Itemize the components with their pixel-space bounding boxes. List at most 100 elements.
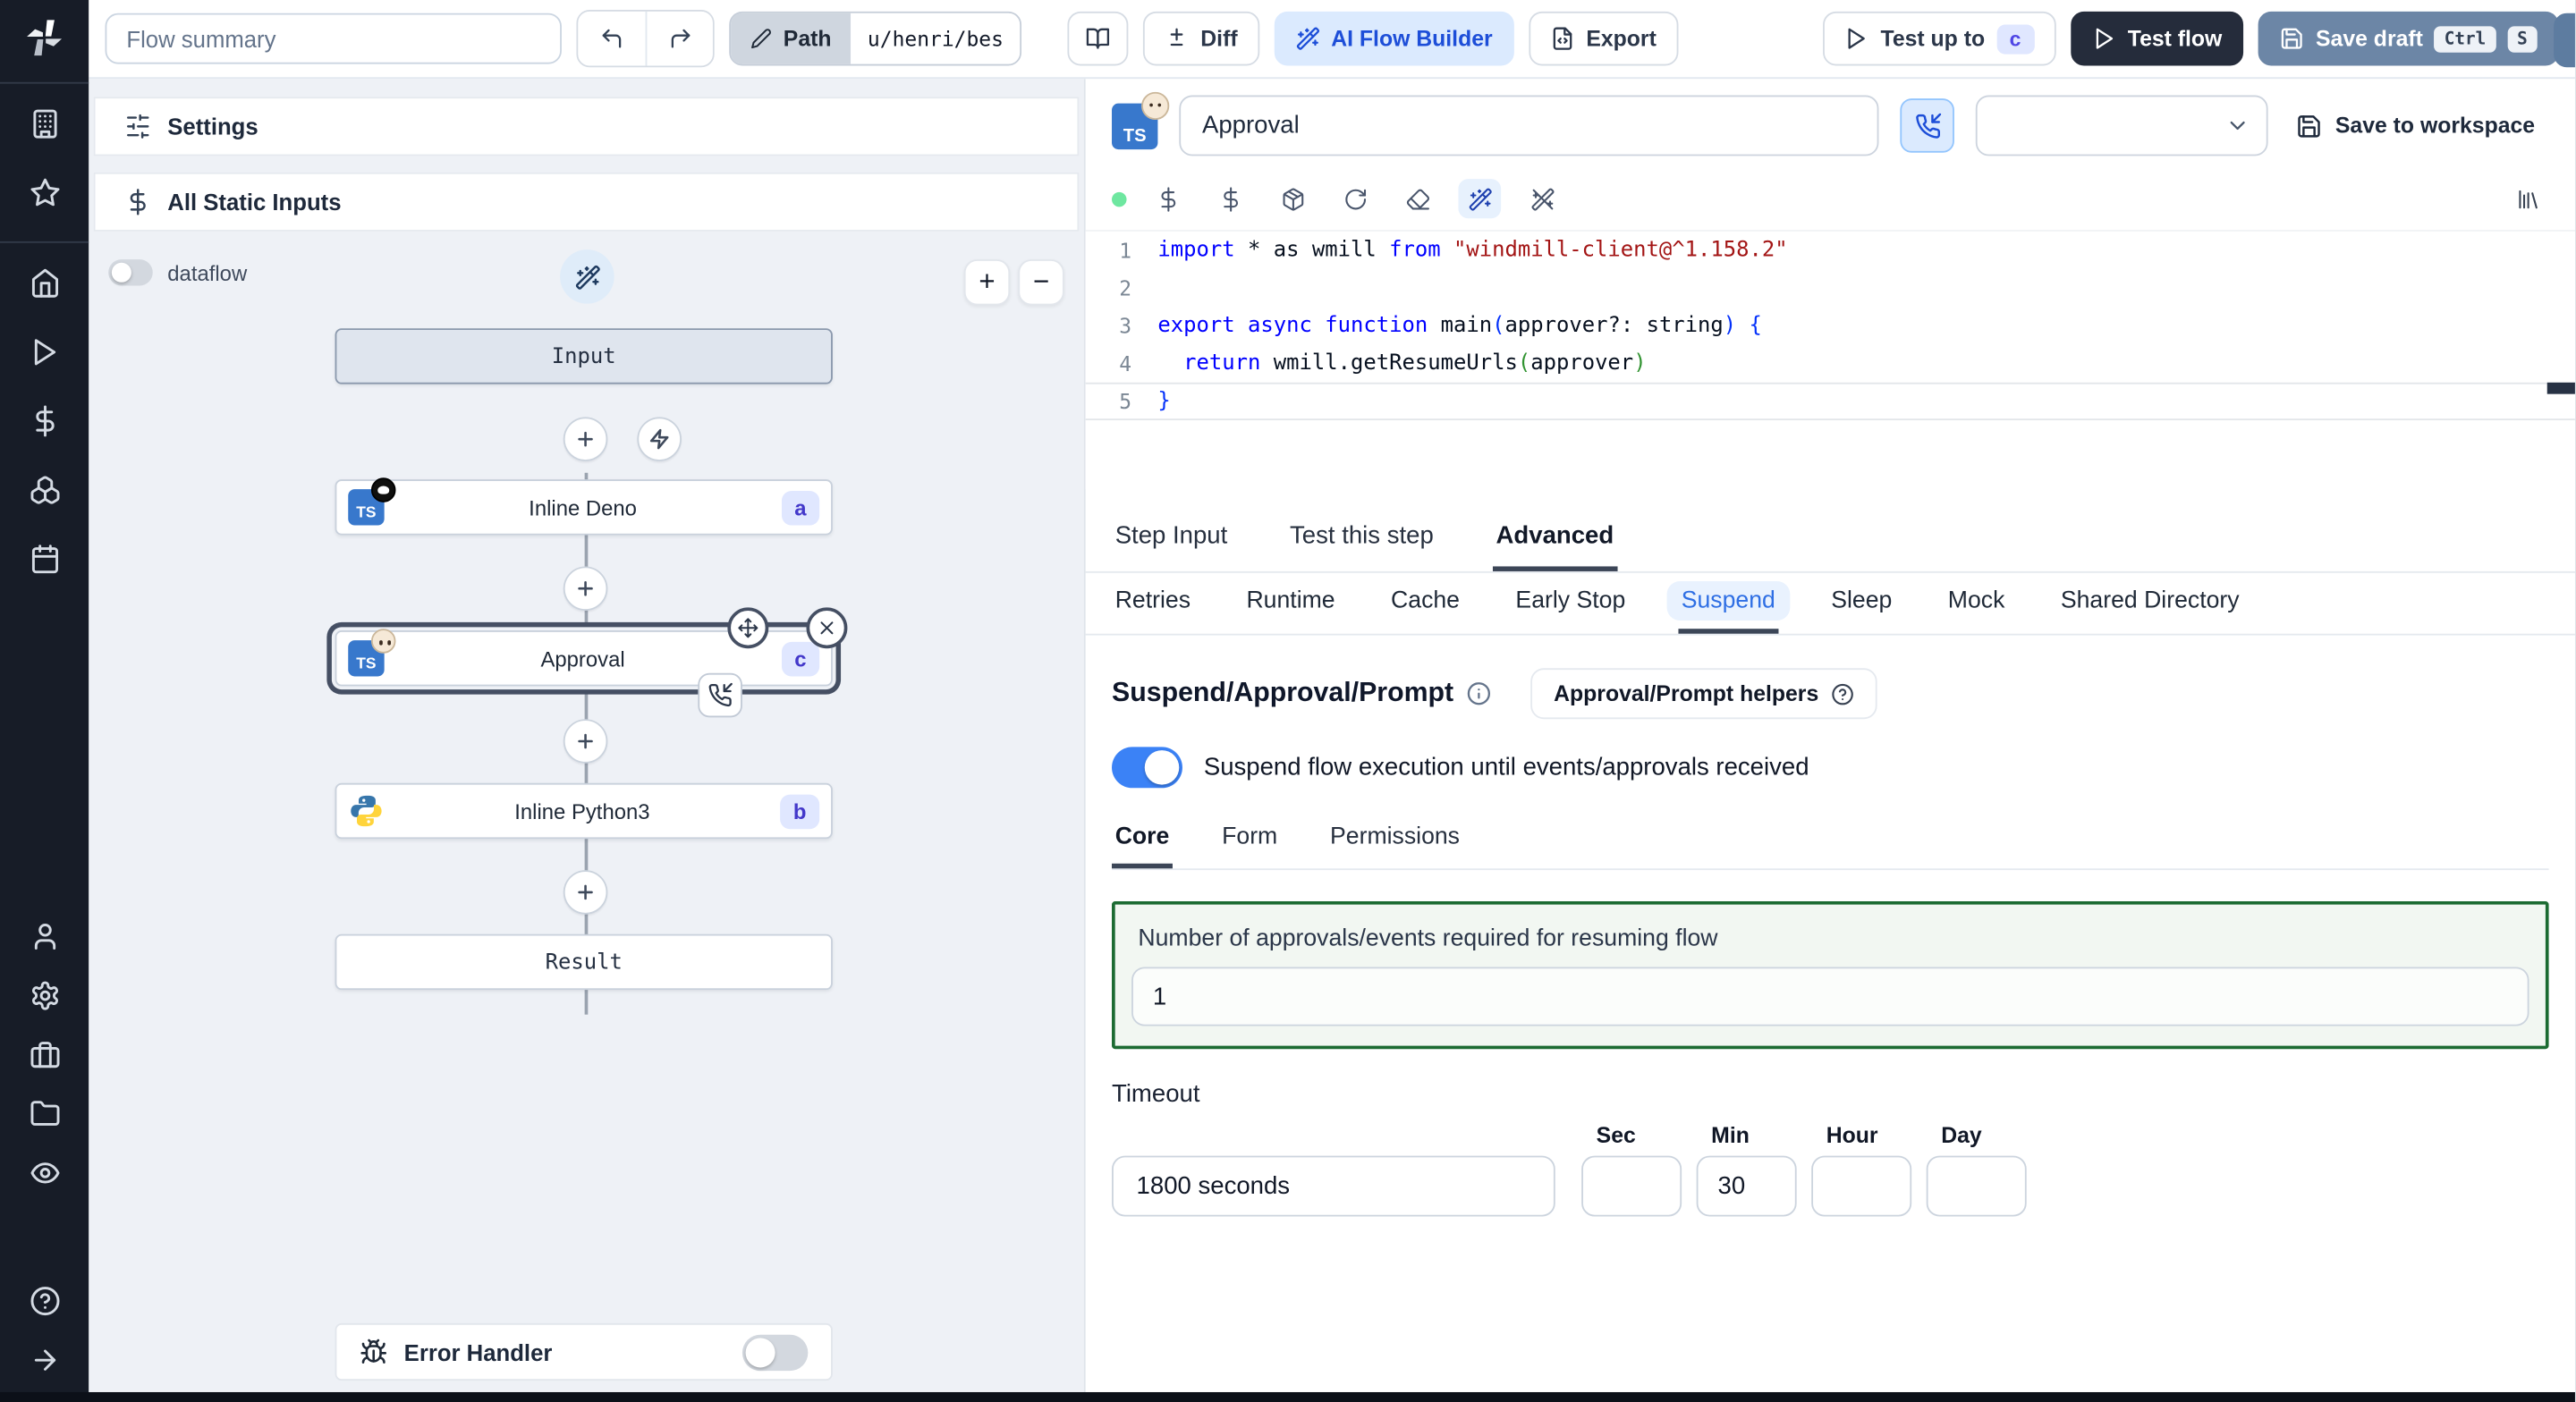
sidebar-item-users[interactable]: [15, 907, 74, 966]
diff-button[interactable]: Diff: [1143, 11, 1259, 66]
sidebar-item-settings[interactable]: [15, 966, 74, 1025]
flow-summary-input[interactable]: [105, 13, 562, 64]
tab-core[interactable]: Core: [1112, 811, 1174, 869]
undo-button[interactable]: [578, 11, 646, 66]
timeout-total-input[interactable]: [1112, 1155, 1555, 1217]
tab-form[interactable]: Form: [1218, 811, 1280, 868]
add-step-button[interactable]: [563, 566, 608, 612]
approvals-required-input[interactable]: [1131, 967, 2529, 1026]
deploy-button-partial[interactable]: [2554, 13, 2575, 68]
subtab-cache[interactable]: Cache: [1387, 573, 1462, 634]
code-editor[interactable]: 1 import * as wmill from "windmill-client…: [1085, 230, 2575, 490]
error-handler-toggle[interactable]: [741, 1333, 809, 1371]
app-sidebar: [0, 0, 89, 1402]
subtab-shared-directory[interactable]: Shared Directory: [2057, 573, 2242, 634]
step-header: TS Save to workspace: [1086, 79, 2575, 169]
bug-icon: [360, 1339, 387, 1364]
zoom-out-button[interactable]: −: [1018, 259, 1064, 306]
zoom-controls: + −: [963, 259, 1064, 306]
day-label: Day: [1941, 1122, 1982, 1148]
error-handler-row[interactable]: Error Handler: [335, 1322, 833, 1381]
code-line[interactable]: 3 export async function main(approver?: s…: [1086, 307, 2575, 344]
dataflow-toggle[interactable]: [108, 259, 153, 286]
approval-prompt-helpers-button[interactable]: Approval/Prompt helpers: [1530, 668, 1878, 720]
sidebar-item-resources[interactable]: [15, 460, 74, 519]
info-icon[interactable]: [1467, 681, 1492, 706]
add-step-button[interactable]: [563, 719, 608, 764]
sidebar-item-variables[interactable]: [15, 391, 74, 450]
docs-button[interactable]: [1067, 11, 1129, 66]
zoom-in-button[interactable]: +: [963, 259, 1011, 306]
tab-test-this-step[interactable]: Test this step: [1286, 507, 1436, 571]
step-detail-panel: TS Save to workspace 1import * as wmill …: [1083, 79, 2575, 1402]
export-button[interactable]: Export: [1529, 11, 1678, 66]
step-name-input[interactable]: [1179, 95, 1879, 156]
flow-canvas[interactable]: dataflow + − Input TS Inline Deno a TS A…: [89, 243, 1084, 1402]
tab-step-input[interactable]: Step Input: [1112, 507, 1231, 571]
sidebar-item-schedules[interactable]: [15, 528, 74, 587]
sidebar-item-audit-logs[interactable]: [15, 1143, 74, 1202]
subtab-mock[interactable]: Mock: [1945, 573, 2008, 634]
sidebar-item-help[interactable]: [15, 1271, 74, 1330]
code-line[interactable]: 1 import * as wmill from "windmill-client…: [1086, 232, 2575, 269]
timeout-hour-input[interactable]: [1811, 1155, 1912, 1217]
delete-step-button[interactable]: [806, 607, 848, 649]
subtab-retries[interactable]: Retries: [1112, 573, 1194, 634]
subtab-sleep[interactable]: Sleep: [1828, 573, 1895, 634]
windmill-logo-icon[interactable]: [23, 16, 66, 59]
save-to-workspace-button[interactable]: Save to workspace: [2296, 113, 2535, 139]
test-up-to-button[interactable]: Test up to c: [1823, 11, 2055, 66]
sidebar-item-favorites[interactable]: [15, 163, 74, 222]
reload-icon[interactable]: [1334, 179, 1377, 218]
path-value[interactable]: u/henri/bes: [851, 13, 1021, 64]
ai-flow-builder-button[interactable]: AI Flow Builder: [1273, 11, 1514, 66]
sidebar-collapse-icon[interactable]: [15, 1330, 74, 1389]
suspend-toggle-label: Suspend flow execution until events/appr…: [1203, 753, 1809, 781]
save-draft-button[interactable]: Save draft Ctrl S: [2258, 11, 2559, 66]
sidebar-item-workers[interactable]: [15, 1025, 74, 1084]
sidebar-item-workspace[interactable]: [15, 94, 74, 153]
suspend-phone-badge[interactable]: [698, 672, 742, 718]
wand-icon: [574, 264, 599, 289]
static-inputs-icon[interactable]: [1147, 179, 1190, 218]
edit-path-button[interactable]: Path: [731, 13, 852, 64]
ai-off-icon[interactable]: [1521, 179, 1563, 218]
suspend-toggle[interactable]: [1112, 747, 1182, 789]
sidebar-item-home[interactable]: [15, 253, 74, 312]
help-circle-icon: [1833, 682, 1854, 705]
sidebar-item-folders[interactable]: [15, 1084, 74, 1143]
code-line[interactable]: 5}: [1085, 382, 2575, 421]
subtab-runtime[interactable]: Runtime: [1243, 573, 1338, 634]
add-step-button[interactable]: [563, 417, 608, 461]
node-inline-python3[interactable]: Inline Python3 b: [335, 782, 833, 840]
node-input[interactable]: Input: [335, 328, 833, 384]
package-icon[interactable]: [1271, 179, 1314, 218]
redo-button[interactable]: [645, 11, 713, 66]
add-trigger-button[interactable]: [637, 417, 682, 461]
timeout-day-input[interactable]: [1926, 1155, 2027, 1217]
code-line[interactable]: 2: [1086, 269, 2575, 307]
subtab-early-stop[interactable]: Early Stop: [1513, 573, 1629, 634]
add-step-button[interactable]: [563, 870, 608, 915]
node-result[interactable]: Result: [335, 933, 833, 991]
code-line[interactable]: 4 return wmill.getResumeUrls(approver): [1086, 345, 2575, 383]
ai-wand-button[interactable]: [560, 249, 614, 304]
flow-settings-row[interactable]: Settings: [93, 97, 1080, 156]
tab-advanced[interactable]: Advanced: [1492, 507, 1617, 571]
all-static-inputs-row[interactable]: All Static Inputs: [93, 172, 1080, 232]
suspend-phone-button[interactable]: [1900, 98, 1954, 153]
timeout-min-input[interactable]: [1696, 1155, 1797, 1217]
editor-scroll-indicator[interactable]: [2546, 382, 2575, 394]
move-step-button[interactable]: [727, 607, 769, 649]
subtab-suspend[interactable]: Suspend: [1666, 573, 1791, 634]
library-icon[interactable]: [2506, 179, 2549, 218]
format-eraser-icon[interactable]: [1396, 179, 1439, 218]
tab-permissions[interactable]: Permissions: [1326, 811, 1462, 868]
node-inline-deno[interactable]: TS Inline Deno a: [335, 477, 833, 536]
script-version-select[interactable]: [1975, 95, 2268, 156]
ai-assistant-icon[interactable]: [1458, 179, 1502, 219]
sidebar-item-runs[interactable]: [15, 322, 74, 381]
test-flow-button[interactable]: Test flow: [2070, 11, 2244, 66]
timeout-sec-input[interactable]: [1581, 1155, 1682, 1217]
variables-icon[interactable]: [1208, 179, 1251, 218]
